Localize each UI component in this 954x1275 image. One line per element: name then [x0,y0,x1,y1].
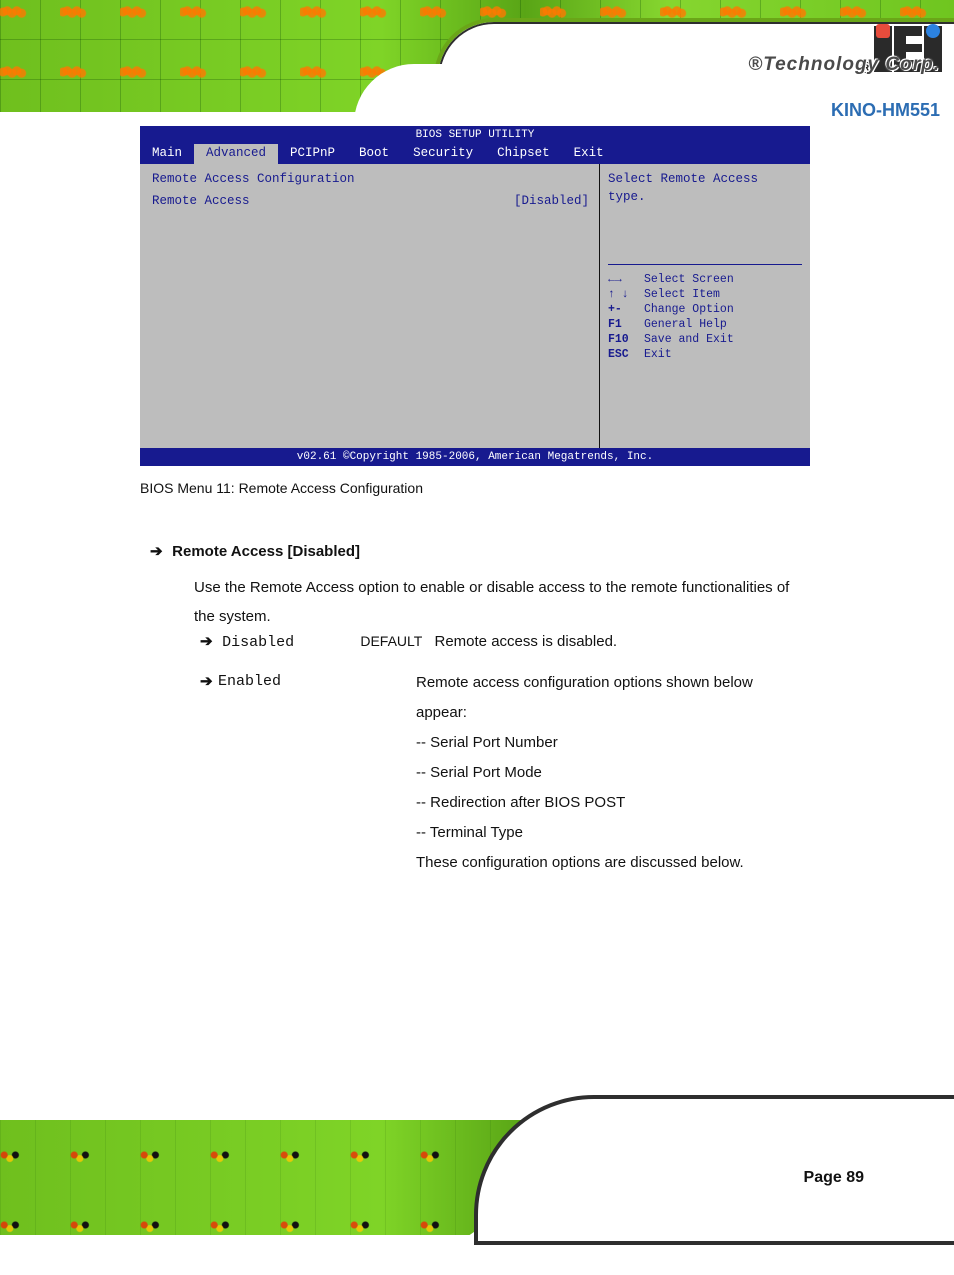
bios-right-pane: Select Remote Access type. ←→Select Scre… [600,164,810,448]
bios-tab-bar: Main Advanced PCIPnP Boot Security Chips… [140,144,810,164]
option-heading-row: ➔ Remote Access [Disabled] [150,538,360,567]
bios-tab-exit[interactable]: Exit [562,144,616,164]
bios-tab-pcipnp[interactable]: PCIPnP [278,144,347,164]
brand-tagline: ®Technology Corp. [748,54,940,76]
bios-utility-title: BIOS SETUP UTILITY [140,126,810,144]
bios-help-row: ↑ ↓Select Item [608,288,802,301]
bios-setting-value: [Disabled] [514,194,589,208]
bios-hint-line: type. [608,190,802,204]
bios-left-pane: Remote Access Configuration Remote Acces… [140,164,600,448]
figure-caption: BIOS Menu 11: Remote Access Configuratio… [140,480,423,496]
option-explanation-line: -- Serial Port Number [416,728,796,758]
arrow-icon: ➔ [150,538,168,567]
option-value-row: ➔ Enabled Remote access configuration op… [200,668,820,878]
bios-right-divider [608,264,802,265]
bios-hint-line: Select Remote Access [608,172,802,186]
bios-help-row: F1General Help [608,318,802,331]
option-explanation: Remote access is disabled. [435,633,618,650]
option-description: Use the Remote Access option to enable o… [194,574,804,631]
bios-help-row: +-Change Option [608,303,802,316]
bios-tab-chipset[interactable]: Chipset [485,144,562,164]
option-explanation-line: -- Terminal Type [416,818,796,848]
option-explanation-line: These configuration options are discusse… [416,848,796,878]
bios-tab-advanced[interactable]: Advanced [194,144,278,164]
arrow-icon: ➔ [200,668,218,697]
page-number: Page 89 [804,1169,864,1187]
bios-window: BIOS SETUP UTILITY Main Advanced PCIPnP … [140,126,810,466]
bios-tab-security[interactable]: Security [401,144,485,164]
bios-help-row: ESCExit [608,348,802,361]
arrow-icon: ➔ [200,628,218,657]
document-title: KINO-HM551 [831,100,940,121]
option-explanation-line: appear: [416,698,796,728]
bios-help-row: F10Save and Exit [608,333,802,346]
bios-setting-label: Remote Access [152,194,250,208]
option-value-disabled: Disabled [222,629,332,658]
option-explanation-line: Remote access configuration options show… [416,668,796,698]
option-explanation-line: -- Serial Port Mode [416,758,796,788]
bottom-swoosh-white [474,1095,954,1245]
bios-body: Remote Access Configuration Remote Acces… [140,164,810,448]
bios-help-row: ←→Select Screen [608,273,802,286]
bios-tab-boot[interactable]: Boot [347,144,401,164]
option-value-enabled: Enabled [218,668,328,697]
option-title: Remote Access [Disabled] [172,543,360,560]
bios-tab-main[interactable]: Main [140,144,194,164]
option-value-row: ➔ Disabled DEFAULT Remote access is disa… [200,628,617,658]
bios-setting-row[interactable]: Remote Access [Disabled] [152,194,589,208]
default-badge: DEFAULT [360,633,422,649]
option-explanation-line: -- Redirection after BIOS POST [416,788,796,818]
bios-copyright-footer: v02.61 ©Copyright 1985-2006, American Me… [140,448,810,466]
bios-section-heading: Remote Access Configuration [152,172,589,186]
